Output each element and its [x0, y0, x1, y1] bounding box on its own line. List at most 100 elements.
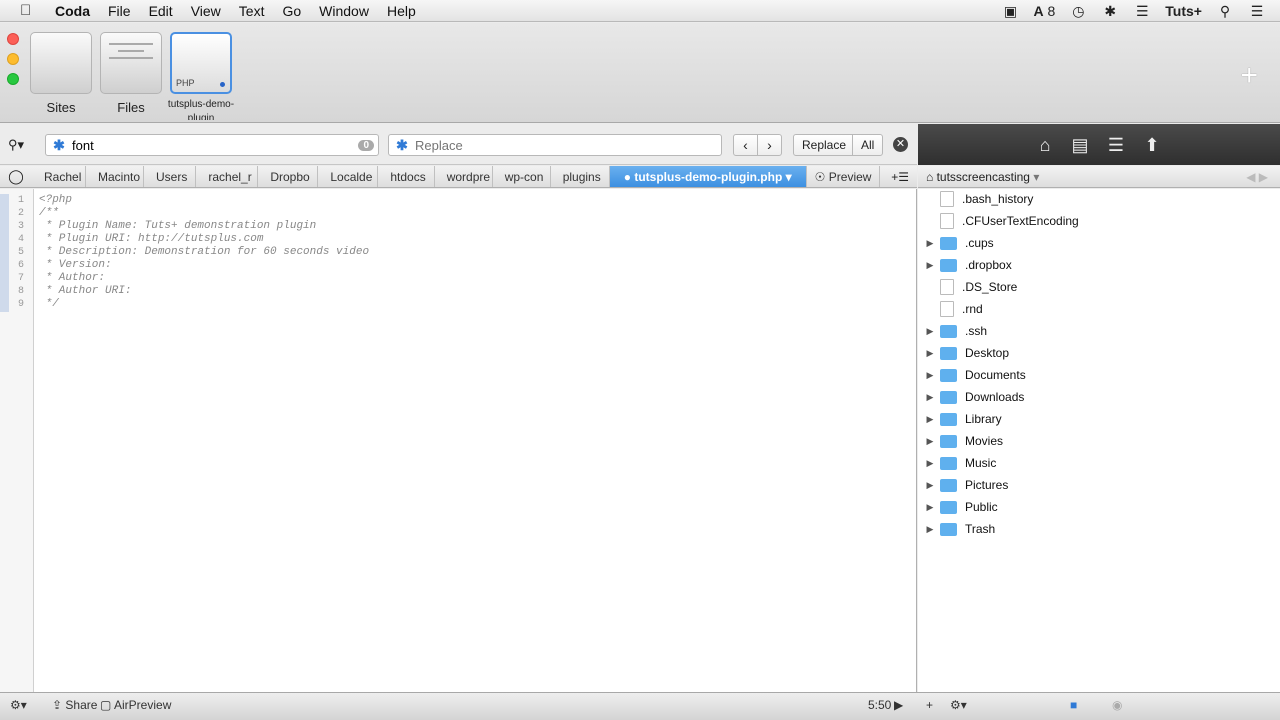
settings-gear-icon[interactable]: ⚙▾ [10, 698, 27, 712]
add-split-icon[interactable]: +☰ [891, 170, 917, 184]
browser-settings-gear-icon[interactable]: ⚙▾ [950, 698, 967, 712]
file-browser-row[interactable]: ▶ Movies [918, 430, 1280, 452]
code-editor[interactable]: 1 2 3 4 5 6 7 8 9 <?php/** * Plugin Name: Tuts+ … [0, 189, 917, 692]
file-browser-row[interactable]: ▶ .dropbox [918, 254, 1280, 276]
transfer-icon[interactable]: ◉ [1112, 698, 1122, 712]
code-line[interactable]: * Description: Demonstration for 60 seco… [39, 246, 369, 258]
disclosure-triangle-icon[interactable]: ▶ [920, 260, 940, 271]
disclosure-triangle-icon[interactable]: ▶ [920, 392, 940, 403]
menu-file[interactable]: File [99, 3, 140, 19]
find-previous-button[interactable]: ‹ [733, 134, 758, 156]
chevron-down-icon[interactable]: ▾ [1033, 170, 1039, 184]
disclosure-triangle-icon[interactable]: ▶ [920, 238, 940, 249]
add-file-icon[interactable]: + [926, 698, 933, 712]
menu-help[interactable]: Help [378, 3, 425, 19]
menu-window[interactable]: Window [310, 3, 378, 19]
search-options-icon[interactable]: ⚲▾ [8, 137, 24, 153]
home-icon[interactable]: ⌂ [1033, 134, 1057, 156]
disclosure-triangle-icon[interactable]: ▶ [920, 524, 940, 535]
file-browser-row[interactable]: .rnd [918, 298, 1280, 320]
add-tab-button[interactable]: + [1240, 59, 1258, 93]
airpreview-button[interactable]: ▢ AirPreview [100, 698, 171, 712]
minimize-window-button[interactable] [7, 53, 19, 65]
zoom-window-button[interactable] [7, 73, 19, 85]
file-browser-row[interactable]: ▶ Desktop [918, 342, 1280, 364]
breadcrumb-item[interactable]: htdocs [378, 166, 435, 187]
path-menu-icon[interactable]: ◯ [0, 168, 32, 185]
file-browser-row[interactable]: ▶ Library [918, 408, 1280, 430]
sidebar-toggle-icon[interactable]: ■ [1070, 698, 1077, 712]
breadcrumb-item[interactable]: rachel_r [196, 166, 259, 187]
disclosure-triangle-icon[interactable]: ▶ [920, 458, 940, 469]
breadcrumb-item[interactable]: Users [144, 166, 197, 187]
menu-text[interactable]: Text [230, 3, 274, 19]
files-icon[interactable]: ▤ [1068, 134, 1092, 156]
disclosure-triangle-icon[interactable]: ▶ [920, 348, 940, 359]
apple-icon[interactable]:  [20, 2, 40, 19]
code-line[interactable]: * Plugin Name: Tuts+ demonstration plugi… [39, 220, 317, 232]
breadcrumb-item[interactable]: plugins [551, 166, 610, 187]
breadcrumb-item[interactable]: Rachel [32, 166, 86, 187]
menu-go[interactable]: Go [273, 3, 310, 19]
file-browser-row[interactable]: ▶ Public [918, 496, 1280, 518]
find-input[interactable] [72, 137, 359, 153]
menu-app-name[interactable]: Coda [46, 3, 99, 19]
replace-input[interactable] [415, 137, 721, 153]
file-browser-row[interactable]: ▶ .cups [918, 232, 1280, 254]
code-line[interactable]: */ [39, 298, 59, 310]
text-badge[interactable]: A 8 [1033, 3, 1055, 19]
plugin-file-tile[interactable]: PHP [170, 32, 232, 94]
breadcrumb-item[interactable]: Macinto [86, 166, 144, 187]
files-tile[interactable] [100, 32, 162, 94]
find-field[interactable]: ✱ 0 [45, 134, 379, 156]
code-line[interactable]: * Version: [39, 259, 112, 271]
code-line[interactable]: * Author URI: [39, 285, 132, 297]
file-browser-row[interactable]: ▶ Documents [918, 364, 1280, 386]
menu-view[interactable]: View [182, 3, 230, 19]
code-line[interactable]: * Author: [39, 272, 105, 284]
disclosure-triangle-icon[interactable]: ▶ [920, 436, 940, 447]
disclosure-triangle-icon[interactable]: ▶ [920, 502, 940, 513]
sites-tile[interactable] [30, 32, 92, 94]
file-browser-row[interactable]: ▶ Trash [918, 518, 1280, 540]
site-root-label[interactable]: tutsscreencasting [937, 170, 1030, 184]
publish-icon[interactable]: ⬆ [1140, 134, 1164, 156]
breadcrumb-active-file[interactable]: ● tutsplus-demo-plugin.php ▾ [609, 166, 807, 187]
breadcrumb-item[interactable]: Localde [318, 166, 379, 187]
back-forward-arrows-icon[interactable]: ◀ ▶ [1246, 166, 1268, 188]
share-button[interactable]: ⇪ Share [52, 698, 97, 712]
file-browser-row[interactable]: .DS_Store [918, 276, 1280, 298]
code-line[interactable]: <?php [39, 194, 72, 206]
replace-field[interactable]: ✱ [388, 134, 722, 156]
disclosure-triangle-icon[interactable]: ▶ [920, 480, 940, 491]
close-find-icon[interactable]: ✕ [893, 137, 908, 152]
camera-icon[interactable]: ▣ [1001, 3, 1019, 19]
breadcrumb-item[interactable]: Dropbo [258, 166, 319, 187]
file-browser-row[interactable]: ▶ .ssh [918, 320, 1280, 342]
replace-button[interactable]: Replace [793, 134, 856, 156]
breadcrumb-item[interactable]: wordpre [435, 166, 493, 187]
breadcrumb-item[interactable]: wp-con [493, 166, 551, 187]
replace-all-button[interactable]: All [852, 134, 884, 156]
disclosure-triangle-icon[interactable]: ▶ [920, 370, 940, 381]
bluetooth-icon[interactable]: ✱ [1101, 3, 1119, 19]
notification-list-icon[interactable]: ☰ [1248, 3, 1266, 19]
wifi-icon[interactable]: ☰ [1133, 3, 1151, 19]
spotlight-search-icon[interactable]: ⚲ [1216, 3, 1234, 19]
user-menu[interactable]: Tuts+ [1165, 3, 1202, 19]
close-window-button[interactable] [7, 33, 19, 45]
menu-edit[interactable]: Edit [140, 3, 182, 19]
preview-tab[interactable]: ☉ Preview [807, 166, 881, 187]
file-browser-row[interactable]: .CFUserTextEncoding [918, 210, 1280, 232]
file-browser-row[interactable]: ▶ Music [918, 452, 1280, 474]
file-browser-row[interactable]: .bash_history [918, 188, 1280, 210]
file-browser-row[interactable]: ▶ Pictures [918, 474, 1280, 496]
find-next-button[interactable]: › [757, 134, 782, 156]
time-machine-icon[interactable]: ◷ [1069, 3, 1087, 19]
disclosure-triangle-icon[interactable]: ▶ [920, 326, 940, 337]
disclosure-triangle-icon[interactable]: ▶ [920, 414, 940, 425]
file-browser-row[interactable]: ▶ Downloads [918, 386, 1280, 408]
code-line[interactable]: /** [39, 207, 59, 219]
list-icon[interactable]: ☰ [1104, 134, 1128, 156]
code-line[interactable]: * Plugin URI: http://tutsplus.com [39, 233, 264, 245]
